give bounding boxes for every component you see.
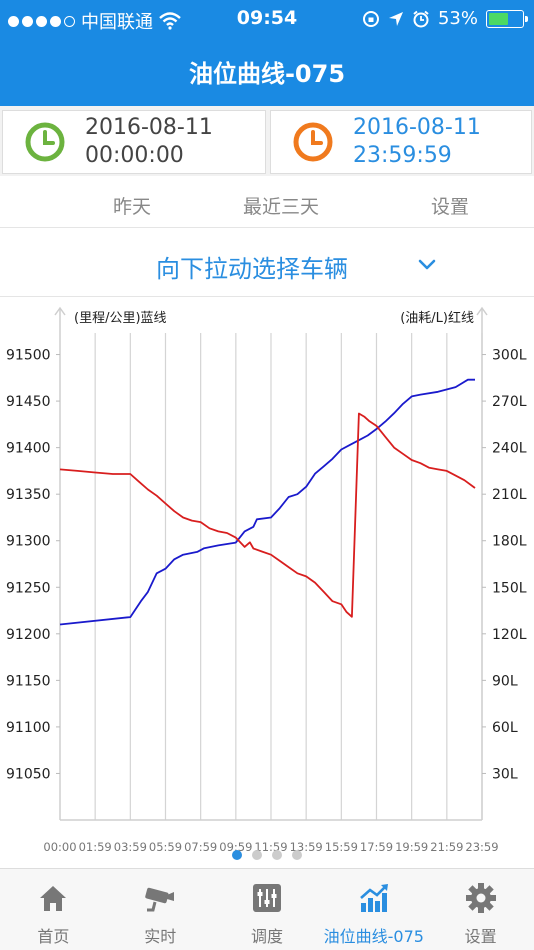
right-tick-label: 30L	[492, 766, 518, 782]
fuel-series-line	[59, 412, 476, 618]
tab-label: 设置	[464, 927, 497, 946]
left-tick-label: 91500	[6, 348, 51, 364]
right-tick-label: 180L	[492, 534, 527, 550]
filter-yesterday-button[interactable]: 昨天	[113, 192, 151, 219]
chart-icon	[359, 884, 388, 912]
clock-icon	[25, 122, 65, 162]
start-date-picker[interactable]: 2016-08-11 00:00:00	[2, 110, 266, 174]
page-dot[interactable]	[252, 850, 262, 860]
clock-icon	[293, 122, 333, 162]
start-time: 00:00:00	[85, 143, 184, 168]
page-dot[interactable]	[292, 850, 302, 860]
camera-icon	[145, 887, 175, 912]
vehicle-selector[interactable]: 向下拉动选择车辆	[0, 229, 534, 297]
left-tick-label: 91350	[6, 487, 51, 503]
start-date: 2016-08-11	[85, 115, 213, 140]
left-tick-label: 91150	[6, 673, 51, 689]
date-range-bar: 2016-08-11 00:00:00 2016-08-11 23:59:59	[0, 106, 534, 176]
right-tick-label: 90L	[492, 673, 518, 689]
battery-percent: 53%	[437, 8, 478, 29]
right-axis-label: (油耗/L)红线	[400, 310, 474, 326]
end-date: 2016-08-11	[353, 115, 481, 140]
filter-last-three-days-button[interactable]: 最近三天	[243, 192, 319, 219]
left-tick-label: 91100	[6, 720, 51, 736]
right-tick-label: 150L	[492, 580, 527, 596]
mileage-series-line	[59, 378, 475, 626]
sliders-icon	[252, 884, 281, 912]
tab-settings[interactable]: 设置	[427, 869, 534, 950]
tab-bar: 首页 实时 调度 油位曲线-075 设置	[0, 868, 534, 950]
app-header: 中国联通 09:54 53% 油位曲线-075	[0, 0, 534, 106]
page-indicator	[0, 850, 534, 866]
left-tick-label: 91400	[6, 441, 51, 457]
right-tick-label: 60L	[492, 720, 518, 736]
tab-home[interactable]: 首页	[0, 869, 107, 950]
left-tick-label: 91450	[6, 394, 51, 410]
left-tick-label: 91250	[6, 580, 51, 596]
left-tick-label: 91050	[6, 766, 51, 782]
home-icon	[40, 886, 67, 911]
chart-canvas: (里程/公里)蓝线 (油耗/L)红线 91500 91450 91400 91350 913…	[6, 306, 527, 854]
chevron-down-icon	[418, 259, 436, 270]
left-tick-label: 91300	[6, 534, 51, 550]
filter-settings-button[interactable]: 设置	[431, 192, 469, 219]
right-tick-label: 300L	[492, 348, 527, 364]
gear-icon	[465, 883, 496, 913]
tab-dispatch[interactable]: 调度	[214, 869, 321, 950]
page-dot[interactable]	[232, 850, 242, 860]
left-tick-label: 91200	[6, 627, 51, 643]
right-tick-label: 210L	[492, 487, 527, 503]
right-tick-label: 240L	[492, 441, 527, 457]
left-axis-label: (里程/公里)蓝线	[74, 311, 167, 326]
page-dot[interactable]	[272, 850, 282, 860]
tab-label: 实时	[144, 927, 177, 946]
tab-fuel-curve[interactable]: 油位曲线-075	[320, 869, 427, 950]
tab-label: 调度	[250, 927, 283, 946]
page-title: 油位曲线-075	[188, 60, 346, 88]
location-icon	[388, 11, 403, 26]
tab-label: 首页	[37, 927, 70, 946]
vehicle-selector-label: 向下拉动选择车辆	[156, 255, 348, 283]
right-tick-label: 270L	[492, 394, 527, 410]
alarm-icon	[413, 10, 429, 27]
right-tick-label: 120L	[492, 627, 527, 643]
fuel-mileage-chart: (里程/公里)蓝线 (油耗/L)红线 91500 91450 91400 91350 913…	[0, 298, 534, 866]
tab-label: 油位曲线-075	[323, 927, 424, 946]
tab-realtime[interactable]: 实时	[107, 869, 214, 950]
battery-icon	[486, 9, 528, 28]
status-bar: 中国联通 09:54 53%	[0, 0, 534, 36]
quick-filter-bar: 昨天 最近三天 设置	[0, 178, 534, 228]
rotation-lock-icon	[362, 10, 379, 27]
end-time: 23:59:59	[353, 143, 452, 168]
end-date-picker[interactable]: 2016-08-11 23:59:59	[270, 110, 532, 174]
